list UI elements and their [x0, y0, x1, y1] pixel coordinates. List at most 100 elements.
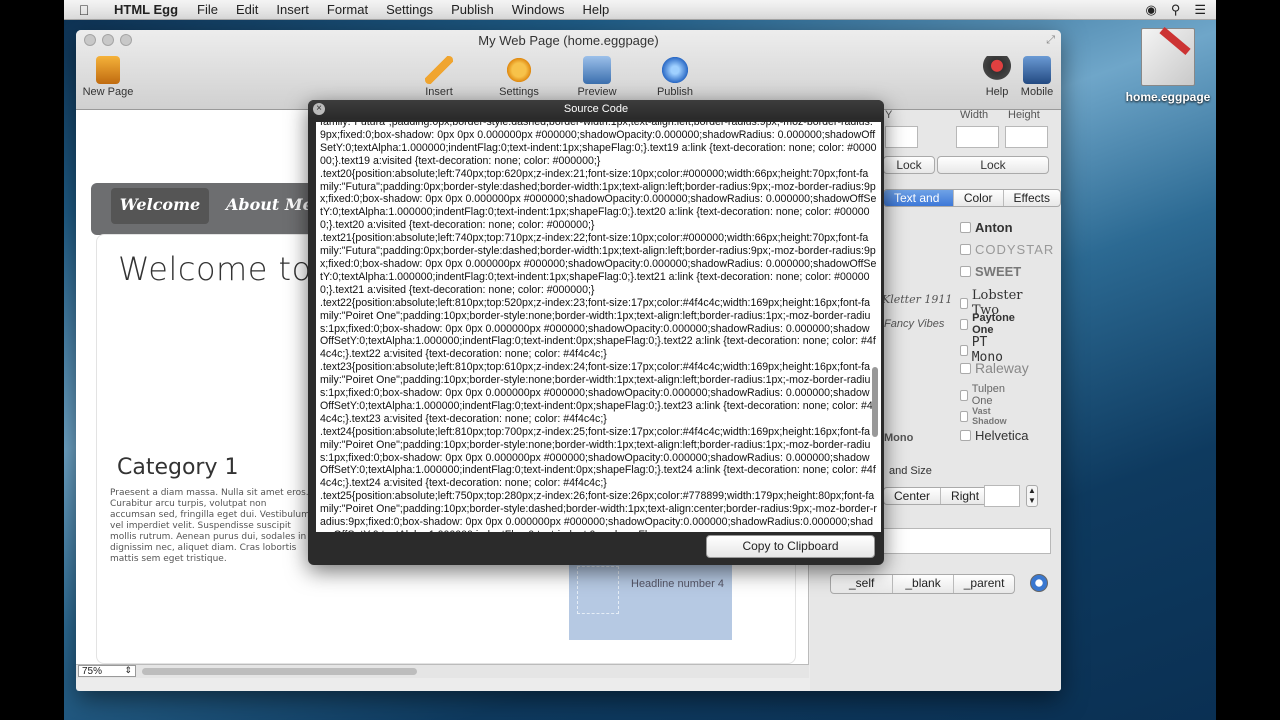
mobile-button[interactable]: Mobile [1007, 56, 1061, 98]
font-tulpen-one[interactable]: Tulpen One [960, 383, 1008, 407]
font-raleway[interactable]: Raleway [960, 360, 1029, 376]
source-code-panel: × Source Code family:"Futura";padding:0p… [308, 100, 884, 565]
insert-label: Insert [425, 86, 453, 98]
new-page-icon [96, 56, 120, 84]
menu-publish[interactable]: Publish [442, 2, 503, 17]
font-label: SWEET [975, 264, 1022, 279]
menu-edit[interactable]: Edit [227, 2, 267, 17]
list-icon[interactable]: ☰ [1194, 2, 1206, 18]
preview-label: Preview [577, 86, 617, 98]
new-page-button[interactable]: New Page [78, 56, 138, 98]
target-parent[interactable]: _parent [954, 575, 1015, 593]
record-icon[interactable]: ◉ [1145, 2, 1156, 18]
horizontal-scrollbar[interactable] [142, 668, 417, 675]
settings-label: Settings [499, 86, 539, 98]
target-self[interactable]: _self [831, 575, 894, 593]
preview-icon [583, 56, 611, 84]
source-code-titlebar: × Source Code [308, 100, 884, 119]
menu-settings[interactable]: Settings [377, 2, 442, 17]
checkbox[interactable] [960, 297, 968, 309]
checkbox[interactable] [960, 222, 971, 233]
width-field[interactable] [956, 126, 999, 148]
fullscreen-icon[interactable]: ⤢ [1046, 34, 1055, 47]
lock-button-2[interactable]: Lock [937, 156, 1049, 174]
size-field[interactable] [984, 485, 1020, 507]
source-code-textarea[interactable]: family:"Futura";padding:0px;border-style… [316, 122, 881, 532]
font-paytone-one[interactable]: Paytone One [960, 312, 1018, 336]
new-page-label: New Page [82, 86, 134, 98]
nav-about[interactable]: About Me [226, 195, 313, 214]
document-icon [1141, 28, 1195, 86]
status-bar: 75% ⇕ [76, 664, 809, 678]
font-left-vibes[interactable]: Fancy Vibes [884, 318, 944, 330]
height-label: Height [1008, 109, 1040, 121]
checkbox[interactable] [960, 244, 971, 255]
window-title: My Web Page (home.eggpage) [478, 33, 659, 48]
align-segmented: Center Right [883, 487, 991, 505]
stepper-icon: ⇕ [124, 665, 132, 675]
checkbox[interactable] [960, 410, 969, 422]
font-label: Vast Shadow [972, 406, 1007, 426]
image-placeholder[interactable] [577, 566, 619, 614]
size-stepper[interactable]: ▲ ▼ [1026, 485, 1038, 507]
font-label: Tulpen One [971, 383, 1005, 407]
checkbox[interactable] [960, 362, 971, 374]
font-sweet[interactable]: SWEET [960, 264, 1021, 279]
font-left-kletter[interactable]: Kletter 1911 [882, 293, 952, 306]
y-field[interactable] [885, 126, 918, 148]
lock-button-1[interactable]: Lock [883, 156, 935, 174]
font-left-mono[interactable]: Mono [884, 432, 913, 444]
font-label: Raleway [975, 360, 1029, 376]
nav-welcome[interactable]: Welcome [111, 188, 209, 224]
align-center[interactable]: Center [884, 488, 942, 504]
menu-app-name[interactable]: HTML Egg [104, 2, 188, 17]
font-helvetica[interactable]: Helvetica [960, 428, 1028, 443]
preview-button[interactable]: Preview [567, 56, 627, 98]
target-blank[interactable]: _blank [893, 575, 954, 593]
tab-color[interactable]: Color [954, 190, 1004, 206]
link-url-field[interactable] [883, 528, 1051, 554]
font-label: Paytone One [972, 312, 1015, 336]
source-code-title: Source Code [563, 103, 629, 115]
clock-icon[interactable] [1030, 574, 1048, 592]
checkbox[interactable] [960, 344, 968, 356]
publish-button[interactable]: Publish [645, 56, 705, 98]
menu-insert[interactable]: Insert [267, 2, 318, 17]
zoom-select[interactable]: 75% ⇕ [78, 665, 136, 677]
width-label: Width [960, 109, 989, 121]
y-label: Y [885, 109, 893, 121]
settings-button[interactable]: Settings [489, 56, 549, 98]
desktop-file-icon[interactable]: home.eggpage [1118, 28, 1218, 104]
category-heading[interactable]: Category 1 [117, 455, 238, 480]
menu-file[interactable]: File [188, 2, 227, 17]
menu-help[interactable]: Help [573, 2, 618, 17]
target-segmented: _self _blank _parent [830, 574, 1016, 594]
checkbox[interactable] [960, 266, 971, 277]
align-right[interactable]: Right [941, 488, 989, 504]
tab-effects[interactable]: Effects [1004, 190, 1060, 206]
align-size-label: and Size [889, 465, 932, 477]
font-codystar[interactable]: CODYSTAR [960, 242, 1054, 257]
insert-button[interactable]: Insert [409, 56, 469, 98]
category-text[interactable]: Praesent a diam massa. Nulla sit amet er… [110, 488, 310, 565]
height-field[interactable] [1005, 126, 1048, 148]
checkbox[interactable] [960, 430, 971, 441]
pencil-icon [425, 56, 453, 84]
headline-4[interactable]: Headline number 4 [631, 578, 724, 590]
font-vast-shadow[interactable]: Vast Shadow [960, 406, 1010, 426]
vertical-scrollbar[interactable] [872, 367, 878, 437]
spotlight-icon[interactable]: ⚲ [1171, 2, 1181, 18]
tab-text-link[interactable]: Text and Link [884, 190, 954, 206]
checkbox[interactable] [960, 389, 968, 401]
menu-format[interactable]: Format [318, 2, 377, 17]
zoom-value: 75% [82, 666, 103, 677]
menu-windows[interactable]: Windows [503, 2, 574, 17]
checkbox[interactable] [960, 318, 969, 330]
font-label: Helvetica [975, 428, 1029, 443]
font-anton[interactable]: Anton [960, 220, 1013, 235]
mobile-icon [1023, 56, 1051, 84]
headline-block[interactable]: Headline number 4 [569, 558, 732, 640]
copy-to-clipboard-button[interactable]: Copy to Clipboard [706, 535, 875, 558]
close-icon[interactable]: × [313, 103, 325, 115]
apple-icon[interactable]:  [64, 2, 104, 18]
